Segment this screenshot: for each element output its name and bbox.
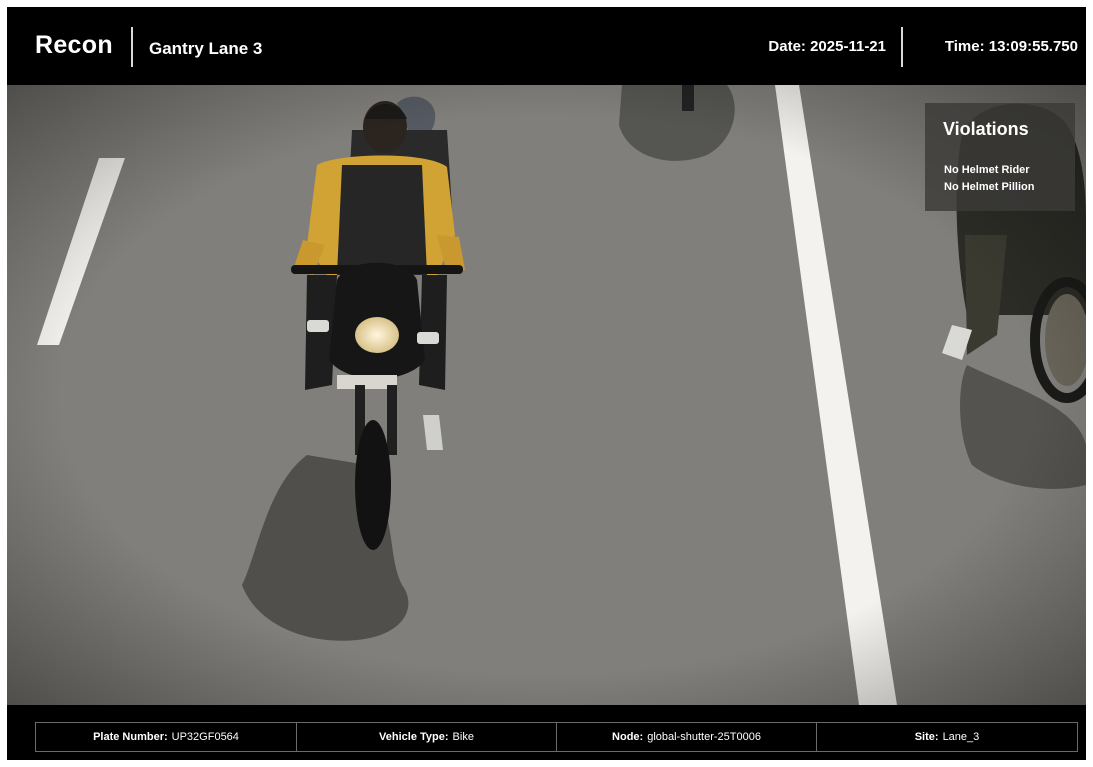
violations-panel: Violations No Helmet Rider No Helmet Pil… — [925, 103, 1075, 211]
violation-item: No Helmet Pillion — [944, 181, 1035, 193]
node-field: Node: global-shutter-25T0006 — [556, 722, 817, 752]
footer-bar: Plate Number: UP32GF0564 Vehicle Type: B… — [7, 705, 1086, 760]
vehicle-type-label: Vehicle Type: — [379, 731, 449, 743]
date-value: 2025-11-21 — [810, 38, 886, 55]
plate-number-value: UP32GF0564 — [171, 731, 239, 743]
date-display: Date: 2025-11-21 — [768, 38, 886, 55]
header-divider — [901, 27, 903, 67]
camera-view: Violations No Helmet Rider No Helmet Pil… — [7, 85, 1086, 705]
header-divider — [131, 27, 133, 67]
violation-item: No Helmet Rider — [944, 164, 1030, 176]
node-label: Node: — [612, 731, 644, 743]
vehicle-type-value: Bike — [452, 731, 474, 743]
violations-title: Violations — [943, 119, 1029, 139]
app-window: Recon Gantry Lane 3 Date: 2025-11-21 Tim… — [7, 7, 1086, 760]
plate-number-label: Plate Number: — [93, 731, 168, 743]
site-value: Lane_3 — [942, 731, 980, 743]
time-label: Time: — [944, 38, 985, 55]
time-value: 13:09:55.750 — [988, 38, 1078, 55]
time-display: Time: 13:09:55.750 — [945, 38, 1078, 55]
node-value: global-shutter-25T0006 — [647, 731, 761, 743]
site-field: Site: Lane_3 — [816, 722, 1078, 752]
app-title: Recon — [35, 31, 113, 59]
plate-number-field: Plate Number: UP32GF0564 — [35, 722, 297, 752]
date-label: Date: — [768, 38, 806, 55]
vehicle-type-field: Vehicle Type: Bike — [296, 722, 557, 752]
lane-title: Gantry Lane 3 — [149, 39, 263, 58]
site-label: Site: — [914, 731, 939, 743]
header-bar: Recon Gantry Lane 3 Date: 2025-11-21 Tim… — [7, 7, 1086, 85]
